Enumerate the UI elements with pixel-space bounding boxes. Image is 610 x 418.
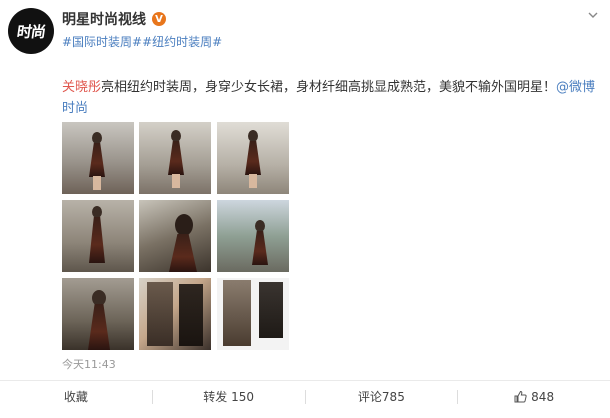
chevron-down-icon[interactable] [588,10,598,20]
thumbs-up-icon [514,390,527,403]
photo-thumbnail[interactable] [217,122,289,194]
topic-link[interactable]: #国际时装周# [62,33,142,50]
photo-thumbnail[interactable] [139,278,211,350]
topic-link[interactable]: #纽约时装周# [142,33,222,50]
verified-badge-icon: V [152,12,166,26]
photo-thumbnail[interactable] [62,278,134,350]
account-header: 明星时尚视线 V [62,9,166,29]
avatar[interactable]: 时尚 [8,8,54,54]
photo-thumbnail[interactable] [217,200,289,272]
favorite-button[interactable]: 收藏 [0,381,152,412]
photo-thumbnail[interactable] [217,278,289,350]
repost-button[interactable]: 转发 150 [153,381,305,412]
action-bar: 收藏 转发 150 评论785 848 [0,380,610,412]
comment-button[interactable]: 评论785 [306,381,458,412]
photo-thumbnail[interactable] [139,200,211,272]
photo-thumbnail[interactable] [139,122,211,194]
photo-thumbnail[interactable] [62,200,134,272]
account-name[interactable]: 明星时尚视线 [62,9,146,29]
photo-thumbnail[interactable] [62,122,134,194]
comment-label: 评论785 [357,390,405,404]
favorite-label: 收藏 [63,390,88,404]
post-timestamp[interactable]: 今天11:43 [62,356,116,372]
avatar-logo-text: 时尚 [15,22,47,41]
post-body: 亮相纽约时装周，身穿少女长裙，身材纤细高挑显成熟范，美貌不输外国明星！ [101,80,557,95]
mention-link[interactable]: 关晓彤 [62,80,101,95]
like-count: 848 [531,389,555,404]
like-button[interactable]: 848 [458,381,610,412]
repost-label: 转发 150 [203,390,254,404]
post-text: 关晓彤亮相纽约时装周，身穿少女长裙，身材纤细高挑显成熟范，美貌不输外国明星！@微… [62,77,602,119]
topic-tags: #国际时装周# #纽约时装周# [62,33,222,50]
